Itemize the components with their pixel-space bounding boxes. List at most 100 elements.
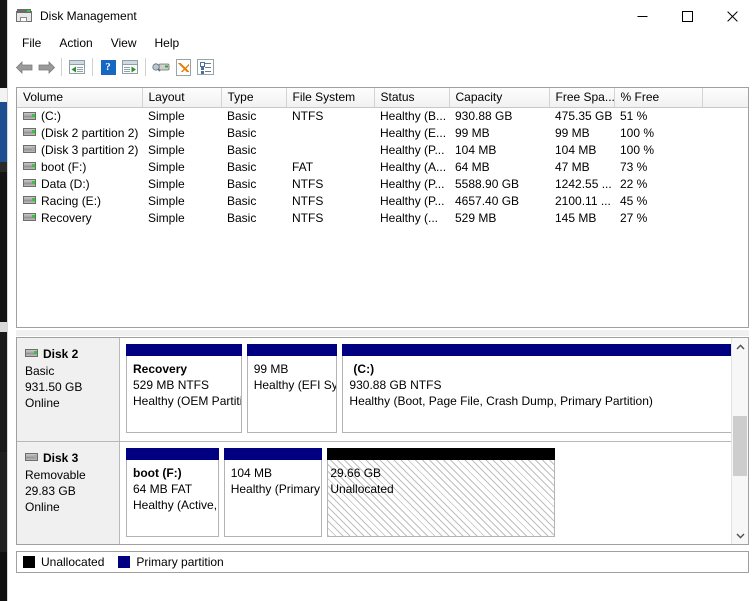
table-row[interactable]: (Disk 2 partition 2) Simple Basic Health… xyxy=(17,124,748,141)
legend-swatch-primary-partition xyxy=(118,556,131,568)
volume-label: (C:) xyxy=(41,108,61,123)
table-row[interactable]: Racing (E:) Simple Basic NTFS Healthy (P… xyxy=(17,192,748,209)
partition-size-fs: 104 MB xyxy=(230,466,273,480)
rescan-disks-button[interactable] xyxy=(150,56,172,78)
cell-type: Basic xyxy=(227,125,257,140)
maximize-button[interactable] xyxy=(665,0,710,32)
back-button[interactable] xyxy=(13,56,35,78)
partition-color-bar xyxy=(342,344,732,356)
scroll-down-button[interactable] xyxy=(732,527,748,544)
column-header-free-space[interactable]: Free Spa... xyxy=(549,88,615,108)
cell-file-system: NTFS xyxy=(292,193,324,208)
help-button[interactable]: ? xyxy=(97,56,119,78)
cell-status: Healthy (E... xyxy=(380,125,447,140)
options-icon xyxy=(196,59,214,75)
table-row[interactable]: boot (F:) Simple Basic FAT Healthy (A...… xyxy=(17,158,748,175)
partition-disk3-second[interactable]: 104 MB Healthy (Primary Partition) xyxy=(223,448,323,537)
drive-icon xyxy=(25,453,38,461)
table-row[interactable]: (Disk 3 partition 2) Simple Basic Health… xyxy=(17,141,748,158)
column-header-file-system[interactable]: File System xyxy=(286,88,375,108)
show-hide-console-tree-button[interactable] xyxy=(66,56,88,78)
column-header-layout[interactable]: Layout xyxy=(142,88,222,108)
graphical-view-scrollbar[interactable] xyxy=(731,338,748,544)
cell-percent-free: 100 % xyxy=(620,142,655,157)
close-button[interactable] xyxy=(710,0,755,32)
disk-management-icon xyxy=(16,8,32,24)
partition-strip-disk-2: Recovery 529 MB NTFS Healthy (OEM Partit… xyxy=(120,338,732,441)
cell-status: Healthy (P... xyxy=(380,193,445,208)
volume-label: Data (D:) xyxy=(41,176,90,191)
disk-row-disk-3[interactable]: Disk 3 Removable 29.83 GB Online boot (F… xyxy=(17,442,732,544)
drive-icon xyxy=(25,349,38,357)
column-header-status[interactable]: Status xyxy=(374,88,450,108)
background-window-sliver xyxy=(0,0,7,601)
column-header-volume[interactable]: Volume xyxy=(17,88,143,108)
cell-percent-free: 51 % xyxy=(620,108,648,123)
window-title: Disk Management xyxy=(40,9,137,23)
table-row[interactable]: Recovery Simple Basic NTFS Healthy (... … xyxy=(17,209,748,226)
graphical-view-pane[interactable]: Disk 2 Basic 931.50 GB Online Recovery 5… xyxy=(16,337,749,545)
partition-boot-f-drive[interactable]: boot (F:) 64 MB FAT Healthy (Active, Pri… xyxy=(126,448,219,537)
properties-button[interactable] xyxy=(172,56,194,78)
disk-row-disk-2[interactable]: Disk 2 Basic 931.50 GB Online Recovery 5… xyxy=(17,338,732,442)
volume-list-pane[interactable]: Volume Layout Type File System Status Ca… xyxy=(16,87,749,328)
disk-info-disk-2[interactable]: Disk 2 Basic 931.50 GB Online xyxy=(17,338,120,441)
drive-icon xyxy=(23,145,36,154)
column-header-filler xyxy=(702,88,748,108)
scroll-up-button[interactable] xyxy=(732,338,748,355)
cell-filler xyxy=(702,124,748,141)
cell-type: Basic xyxy=(227,159,257,174)
column-header-type[interactable]: Type xyxy=(221,88,287,108)
partition-recovery[interactable]: Recovery 529 MB NTFS Healthy (OEM Partit… xyxy=(126,344,242,433)
cell-free-space: 104 MB xyxy=(555,142,597,157)
show-hide-action-pane-button[interactable] xyxy=(119,56,141,78)
show-hide-console-tree-icon xyxy=(69,60,85,74)
partition-details: boot (F:) 64 MB FAT Healthy (Active, Pri… xyxy=(126,460,219,537)
cell-free-space: 47 MB xyxy=(555,159,590,174)
partition-color-bar xyxy=(126,344,242,356)
column-header-capacity[interactable]: Capacity xyxy=(449,88,550,108)
cell-filler xyxy=(702,158,748,175)
table-row[interactable]: Data (D:) Simple Basic NTFS Healthy (P..… xyxy=(17,175,748,192)
cell-layout: Simple xyxy=(148,193,185,208)
volume-label: (Disk 2 partition 2) xyxy=(41,125,139,140)
disk-state-label: Online xyxy=(25,396,60,410)
scrollbar-thumb[interactable] xyxy=(733,416,747,476)
cell-status: Healthy (B... xyxy=(380,108,447,123)
disk-type-label: Basic xyxy=(25,364,55,378)
cell-percent-free: 27 % xyxy=(620,210,648,225)
forward-icon xyxy=(38,60,55,74)
column-header-percent-free[interactable]: % Free xyxy=(614,88,703,108)
cell-layout: Simple xyxy=(148,108,185,123)
menu-bar: File Action View Help xyxy=(8,32,755,54)
disk-title-disk-2: Disk 2 xyxy=(25,346,119,362)
cell-capacity: 930.88 GB xyxy=(455,108,513,123)
cell-status: Healthy (... xyxy=(380,210,439,225)
forward-button[interactable] xyxy=(35,56,57,78)
graphical-view-content: Disk 2 Basic 931.50 GB Online Recovery 5… xyxy=(17,338,732,544)
disk-name-label: Disk 3 xyxy=(43,451,79,465)
partition-details: (C:) 930.88 GB NTFS Healthy (Boot, Page … xyxy=(342,356,732,433)
menu-item-view[interactable]: View xyxy=(102,34,146,52)
partition-status: Healthy (Active, Primary Partition) xyxy=(133,498,218,512)
menu-item-help[interactable]: Help xyxy=(146,34,189,52)
minimize-button[interactable] xyxy=(620,0,665,32)
table-row[interactable]: (C:) Simple Basic NTFS Healthy (B... 930… xyxy=(17,107,748,124)
menu-item-action[interactable]: Action xyxy=(50,34,101,52)
cell-capacity: 104 MB xyxy=(455,142,497,157)
partition-efi-system[interactable]: 99 MB Healthy (EFI System Partition) xyxy=(246,344,338,433)
cell-volume: Data (D:) xyxy=(17,175,142,192)
menu-item-file[interactable]: File xyxy=(13,34,50,52)
partition-strip-disk-3: boot (F:) 64 MB FAT Healthy (Active, Pri… xyxy=(120,442,732,544)
options-button[interactable] xyxy=(194,56,216,78)
cell-file-system: FAT xyxy=(292,159,314,174)
partition-size-fs: 99 MB xyxy=(253,362,289,376)
cell-type: Basic xyxy=(227,142,257,157)
legend-item-unallocated: Unallocated xyxy=(23,555,104,569)
partition-c-drive[interactable]: (C:) 930.88 GB NTFS Healthy (Boot, Page … xyxy=(342,344,732,433)
cell-free-space: 99 MB xyxy=(555,125,590,140)
partition-title: Recovery xyxy=(133,362,188,376)
pane-splitter[interactable] xyxy=(16,330,749,336)
disk-info-disk-3[interactable]: Disk 3 Removable 29.83 GB Online xyxy=(17,442,120,544)
partition-unallocated[interactable]: 29.66 GB Unallocated xyxy=(327,448,555,537)
